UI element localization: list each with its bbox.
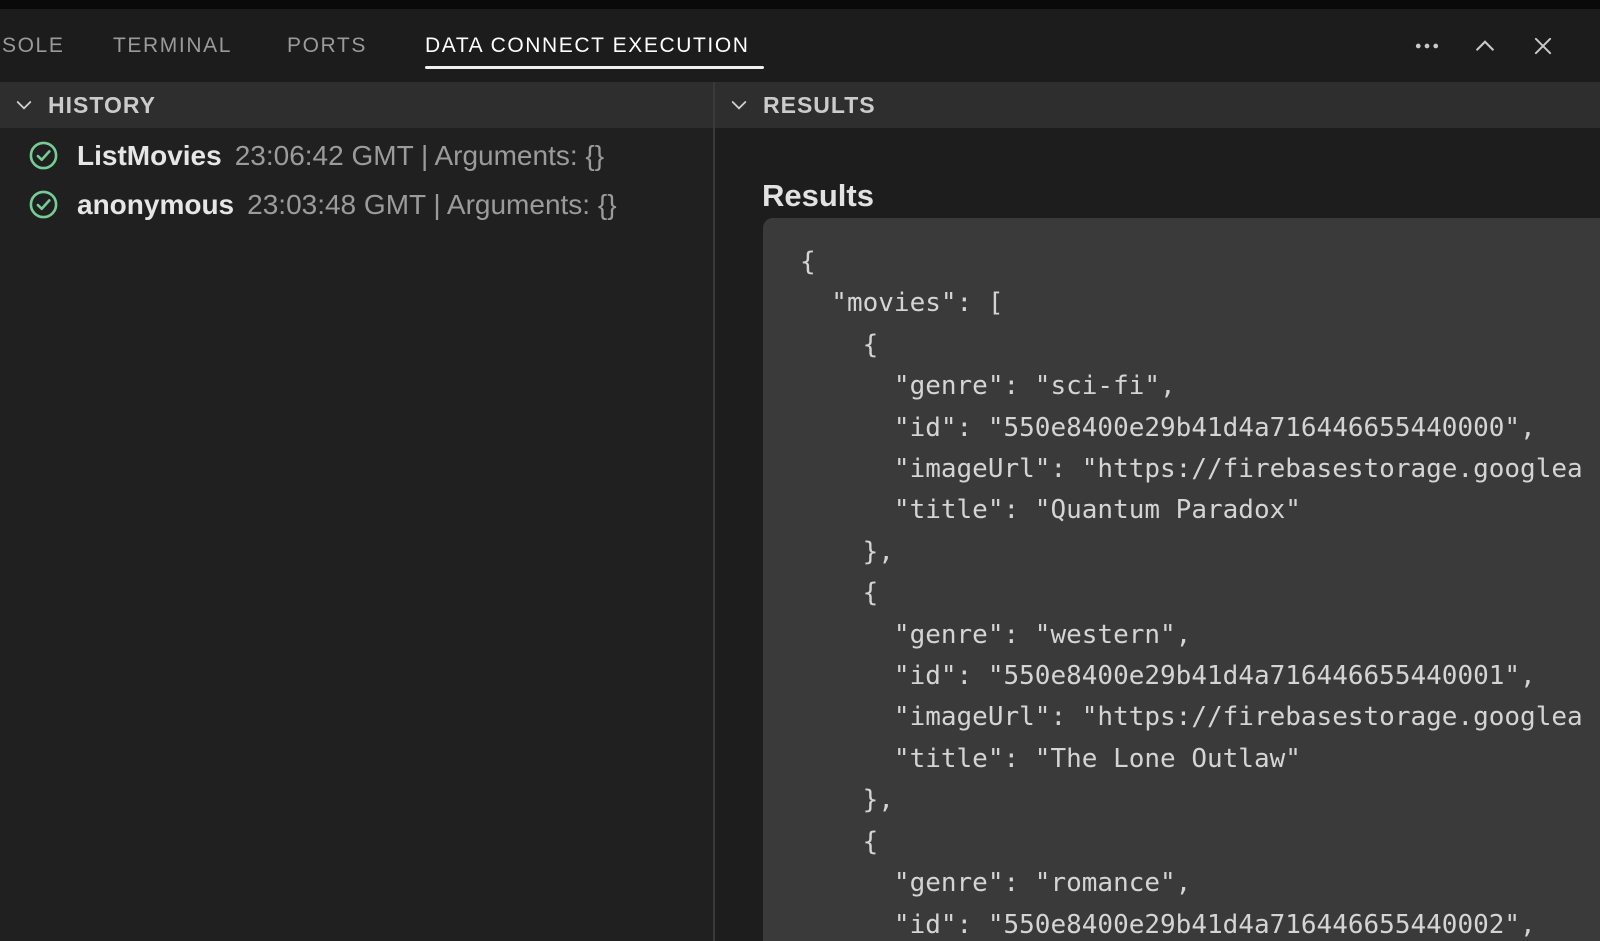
tab-console-partial[interactable]: SOLE <box>2 9 64 82</box>
code-line: { <box>800 822 1600 863</box>
code-line: "title": "The Lone Outlaw" <box>800 739 1600 780</box>
section-header-row: HISTORY RESULTS <box>0 82 1600 128</box>
code-line: "genre": "western", <box>800 615 1600 656</box>
results-code-block[interactable]: { "movies": [ { "genre": "sci-fi", "id":… <box>763 218 1600 941</box>
success-icon <box>28 140 59 171</box>
tab-data-connect-execution[interactable]: DATA CONNECT EXECUTION <box>425 9 750 82</box>
code-line: "movies": [ <box>800 283 1600 324</box>
close-panel-icon[interactable] <box>1529 32 1557 60</box>
history-entry-meta: 23:03:48 GMT | Arguments: {} <box>247 189 616 221</box>
results-section-header[interactable]: RESULTS <box>715 82 1600 128</box>
tab-ports[interactable]: PORTS <box>287 9 367 82</box>
code-line: "title": "Quantum Paradox" <box>800 490 1600 531</box>
results-panel: Results { "movies": [ { "genre": "sci-fi… <box>715 128 1600 941</box>
history-entry-meta: 23:06:42 GMT | Arguments: {} <box>235 140 604 172</box>
code-line: "id": "550e8400e29b41d4a716446655440000"… <box>800 408 1600 449</box>
code-line: "genre": "romance", <box>800 863 1600 904</box>
history-title: HISTORY <box>48 92 156 119</box>
code-line: "imageUrl": "https://firebasestorage.goo… <box>800 697 1600 738</box>
editor-edge-strip <box>0 0 1600 9</box>
panel-tab-bar: SOLE TERMINAL PORTS DATA CONNECT EXECUTI… <box>0 9 1600 82</box>
history-section-header[interactable]: HISTORY <box>0 82 713 128</box>
history-list: ListMovies 23:06:42 GMT | Arguments: {} … <box>0 128 713 941</box>
code-line: }, <box>800 780 1600 821</box>
panel-resize-sash[interactable] <box>713 82 715 941</box>
code-line: "id": "550e8400e29b41d4a716446655440002"… <box>800 905 1600 941</box>
history-entry-name: ListMovies <box>77 140 222 172</box>
more-actions-icon[interactable] <box>1413 32 1441 60</box>
code-line: "id": "550e8400e29b41d4a716446655440001"… <box>800 656 1600 697</box>
code-line: { <box>800 242 1600 283</box>
chevron-down-icon[interactable] <box>728 94 750 116</box>
code-line: "genre": "sci-fi", <box>800 366 1600 407</box>
code-line: { <box>800 573 1600 614</box>
history-row-listmovies[interactable]: ListMovies 23:06:42 GMT | Arguments: {} <box>0 131 713 180</box>
results-title: RESULTS <box>763 92 876 119</box>
code-line: "imageUrl": "https://firebasestorage.goo… <box>800 449 1600 490</box>
maximize-panel-icon[interactable] <box>1471 32 1499 60</box>
tab-terminal[interactable]: TERMINAL <box>113 9 232 82</box>
code-line: { <box>800 325 1600 366</box>
chevron-down-icon[interactable] <box>13 94 35 116</box>
code-line: }, <box>800 532 1600 573</box>
results-heading: Results <box>762 178 874 214</box>
history-entry-name: anonymous <box>77 189 234 221</box>
panel-action-buttons <box>1413 9 1557 82</box>
history-row-anonymous[interactable]: anonymous 23:03:48 GMT | Arguments: {} <box>0 180 713 229</box>
success-icon <box>28 189 59 220</box>
